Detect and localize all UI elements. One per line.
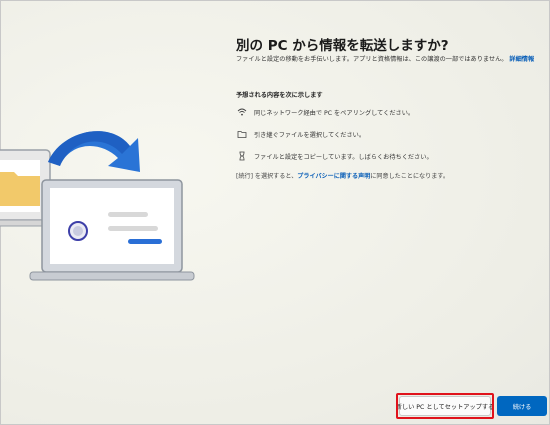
step-select-text: 引き継ぐファイルを選択してください。 <box>254 131 366 139</box>
continue-button[interactable]: 続ける <box>497 396 547 416</box>
arrow-icon <box>48 131 140 172</box>
new-pc-icon <box>29 179 195 281</box>
transfer-illustration <box>0 131 195 281</box>
intro-description: ファイルと設定の移動をお手伝いします。アプリと資格情報は、この譲渡の一部ではあり… <box>236 56 508 63</box>
intro-text: ファイルと設定の移動をお手伝いします。アプリと資格情報は、この譲渡の一部ではあり… <box>236 55 536 65</box>
highlight-box <box>396 393 494 419</box>
step-copy: ファイルと設定をコピーしています。しばらくお待ちください。 <box>236 150 433 162</box>
learn-more-link[interactable]: 詳細情報 <box>509 56 534 63</box>
notice-prefix: [続行] を選択すると、 <box>236 173 298 180</box>
step-copy-text: ファイルと設定をコピーしています。しばらくお待ちください。 <box>254 153 433 161</box>
expect-heading: 予想される内容を次に示します <box>236 92 323 99</box>
step-select: 引き継ぐファイルを選択してください。 <box>236 128 365 140</box>
step-pair-text: 同じネットワーク経由で PC をペアリングしてください。 <box>254 109 415 117</box>
folder-icon <box>236 128 248 140</box>
page-title: 別の PC から情報を転送しますか? <box>236 38 449 54</box>
privacy-notice: [続行] を選択すると、プライバシーに関する声明に同意したことになります。 <box>236 171 449 180</box>
wifi-icon <box>236 106 248 118</box>
privacy-statement-link[interactable]: プライバシーに関する声明 <box>297 173 370 180</box>
hourglass-icon <box>236 150 248 162</box>
notice-suffix: に同意したことになります。 <box>370 173 449 180</box>
step-pair: 同じネットワーク経由で PC をペアリングしてください。 <box>236 106 414 118</box>
